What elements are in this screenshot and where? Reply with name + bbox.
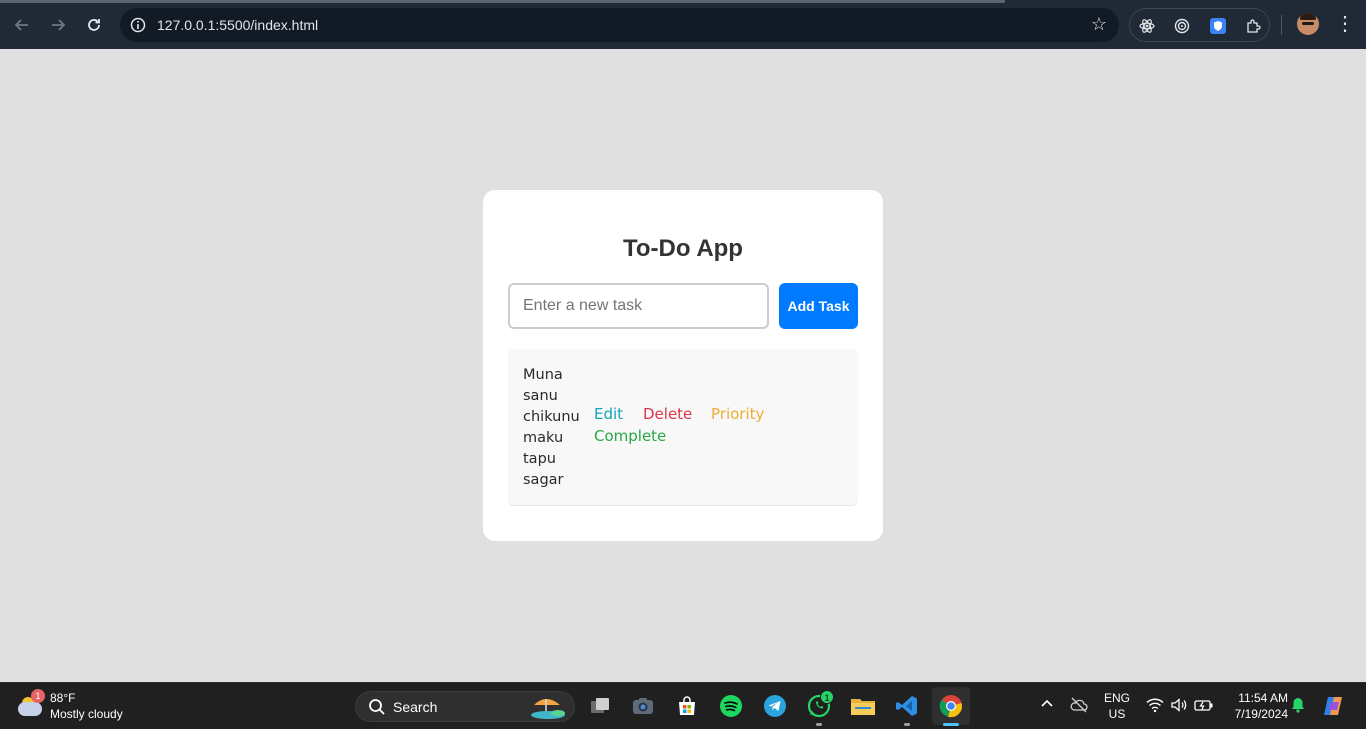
bookmark-star-icon[interactable]: ☆ (1091, 14, 1107, 35)
vscode-icon[interactable] (894, 693, 920, 719)
toolbar-separator (1281, 15, 1282, 35)
windows-taskbar: 1 88°F Mostly cloudy Search 1 ENG US 11:… (0, 682, 1366, 729)
weather-description[interactable]: Mostly cloudy (50, 707, 123, 721)
weather-badge: 1 (31, 689, 45, 703)
reload-icon[interactable] (81, 12, 107, 38)
onedrive-offline-icon[interactable] (1070, 697, 1088, 716)
forward-icon[interactable] (45, 12, 71, 38)
file-explorer-icon[interactable] (850, 693, 876, 719)
todo-card: To-Do App Add Task Muna sanu chikunu mak… (483, 190, 883, 541)
clock-date[interactable]: 7/19/2024 (1222, 707, 1288, 721)
tab-strip (0, 0, 1005, 3)
url-text[interactable]: 127.0.0.1:5500/index.html (157, 17, 318, 33)
task-names: Muna sanu chikunu maku tapu sagar (523, 365, 580, 491)
list-item: Muna (523, 367, 563, 383)
list-item: chikunu (523, 409, 580, 425)
chrome-icon (939, 695, 962, 718)
extensions-puzzle-icon[interactable] (1245, 17, 1263, 35)
show-hidden-icons-chevron-icon[interactable] (1040, 697, 1054, 714)
weather-temperature[interactable]: 88°F (50, 691, 75, 705)
browser-menu-icon[interactable]: ⋮ (1335, 13, 1355, 35)
windows-start-icon[interactable] (318, 695, 342, 719)
whatsapp-running-indicator (816, 723, 822, 726)
task-input[interactable] (508, 283, 769, 329)
site-info-icon[interactable] (128, 15, 148, 35)
taskbar-search[interactable]: Search (355, 691, 575, 722)
list-item: tapu (523, 451, 556, 467)
priority-button[interactable]: Priority (711, 405, 764, 423)
spotify-icon[interactable] (718, 693, 744, 719)
target-extension-icon[interactable] (1173, 17, 1191, 35)
chrome-active-indicator (943, 723, 959, 726)
task-actions: Edit Delete Priority Complete (594, 405, 794, 451)
list-item: maku (523, 430, 564, 446)
wifi-icon[interactable] (1146, 697, 1164, 716)
telegram-icon[interactable] (762, 693, 788, 719)
notification-bell-icon[interactable] (1291, 697, 1305, 716)
camera-app-icon[interactable] (630, 693, 656, 719)
react-devtools-icon[interactable] (1138, 17, 1156, 35)
browser-toolbar: 127.0.0.1:5500/index.html ☆ ⋮ (0, 0, 1366, 49)
copilot-icon[interactable] (1322, 694, 1346, 721)
extensions-group (1129, 8, 1270, 42)
task-view-icon[interactable] (587, 693, 613, 719)
page-title: To-Do App (623, 235, 743, 262)
vscode-running-indicator (904, 723, 910, 726)
task-list: Muna sanu chikunu maku tapu sagar Edit D… (508, 349, 858, 506)
search-icon (369, 699, 385, 715)
whatsapp-notification-badge: 1 (820, 690, 834, 704)
address-bar[interactable]: 127.0.0.1:5500/index.html ☆ (120, 8, 1119, 42)
input-language-primary[interactable]: ENG (1100, 691, 1134, 705)
profile-avatar[interactable] (1297, 13, 1319, 35)
search-highlight-beach-icon (531, 699, 565, 719)
search-label: Search (393, 699, 438, 715)
complete-button[interactable]: Complete (594, 427, 666, 445)
chrome-taskbar-button[interactable] (932, 687, 970, 725)
clock-time[interactable]: 11:54 AM (1222, 691, 1288, 705)
back-icon[interactable] (9, 12, 35, 38)
delete-button[interactable]: Delete (643, 405, 692, 423)
volume-icon[interactable] (1170, 697, 1188, 716)
edit-button[interactable]: Edit (594, 405, 623, 423)
battery-icon[interactable] (1194, 697, 1214, 716)
microsoft-store-icon[interactable] (674, 693, 700, 719)
shield-extension-icon[interactable] (1209, 17, 1227, 35)
add-task-button[interactable]: Add Task (779, 283, 858, 329)
list-item: sanu (523, 388, 558, 404)
list-item: sagar (523, 472, 564, 488)
input-language-region[interactable]: US (1100, 707, 1134, 721)
